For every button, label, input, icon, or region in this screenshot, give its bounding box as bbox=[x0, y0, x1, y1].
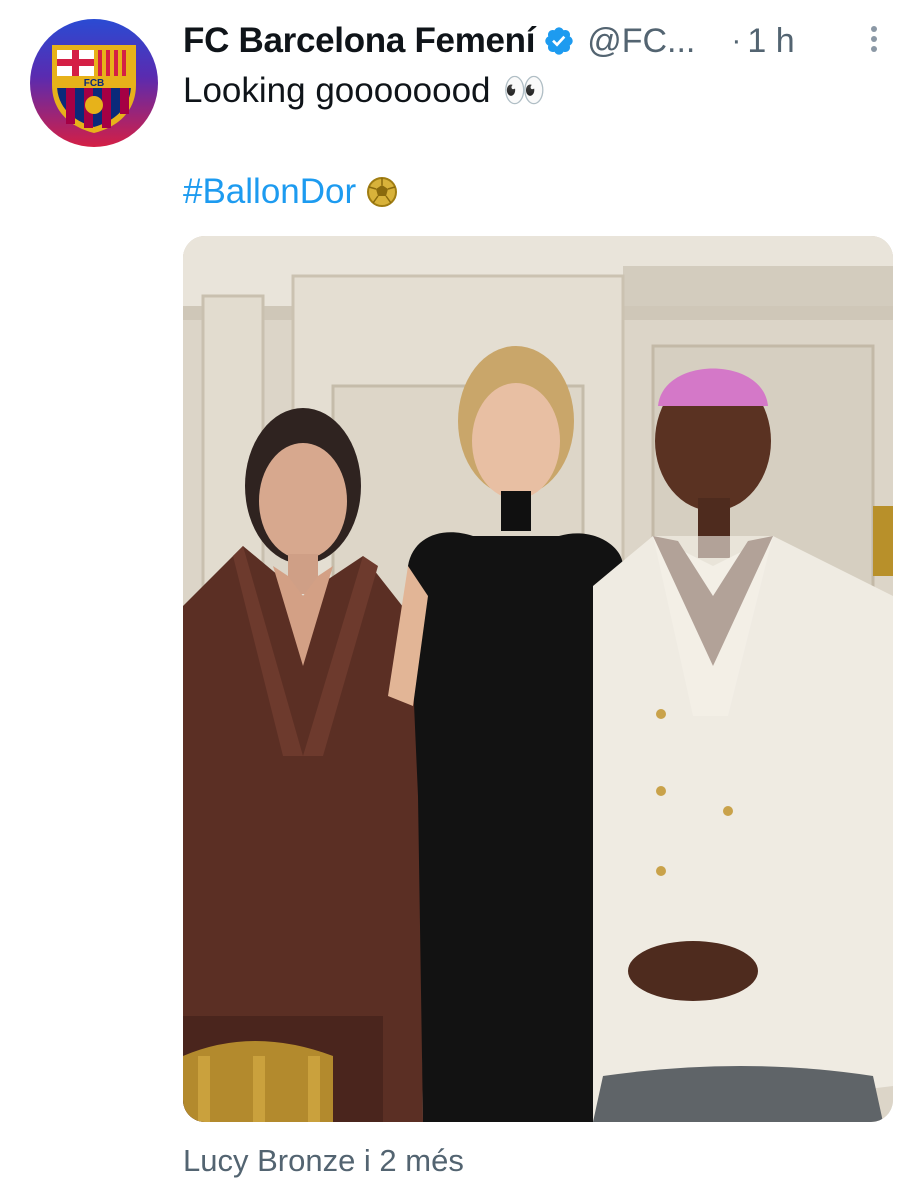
svg-text:FCB: FCB bbox=[84, 78, 105, 89]
eyes-emoji: 👀 bbox=[502, 71, 547, 110]
tagged-people[interactable]: Lucy Bronze i 2 més bbox=[183, 1143, 464, 1179]
hashtag-link[interactable]: #BallonDor bbox=[183, 172, 356, 212]
tweet-text: Looking goooooood 👀 bbox=[183, 70, 546, 111]
timestamp[interactable]: 1 h bbox=[747, 22, 794, 61]
tweet-body: Looking goooooood bbox=[183, 70, 491, 110]
photo-illustration bbox=[183, 236, 893, 1122]
display-name[interactable]: FC Barcelona Femení bbox=[183, 21, 535, 61]
fcb-crest-icon: FCB bbox=[52, 45, 136, 133]
hashtag-line: #BallonDor bbox=[183, 172, 398, 212]
user-handle[interactable]: @FC... bbox=[587, 22, 695, 61]
separator-dot: · bbox=[731, 24, 742, 57]
avatar[interactable]: FCB bbox=[30, 19, 158, 147]
tweet-photo[interactable] bbox=[183, 236, 893, 1122]
verified-badge-icon bbox=[545, 27, 573, 55]
tweet-header: FC Barcelona Femení @FC... · 1 h bbox=[183, 16, 893, 66]
more-options-icon[interactable] bbox=[862, 24, 886, 54]
golden-ball-icon bbox=[367, 177, 398, 207]
